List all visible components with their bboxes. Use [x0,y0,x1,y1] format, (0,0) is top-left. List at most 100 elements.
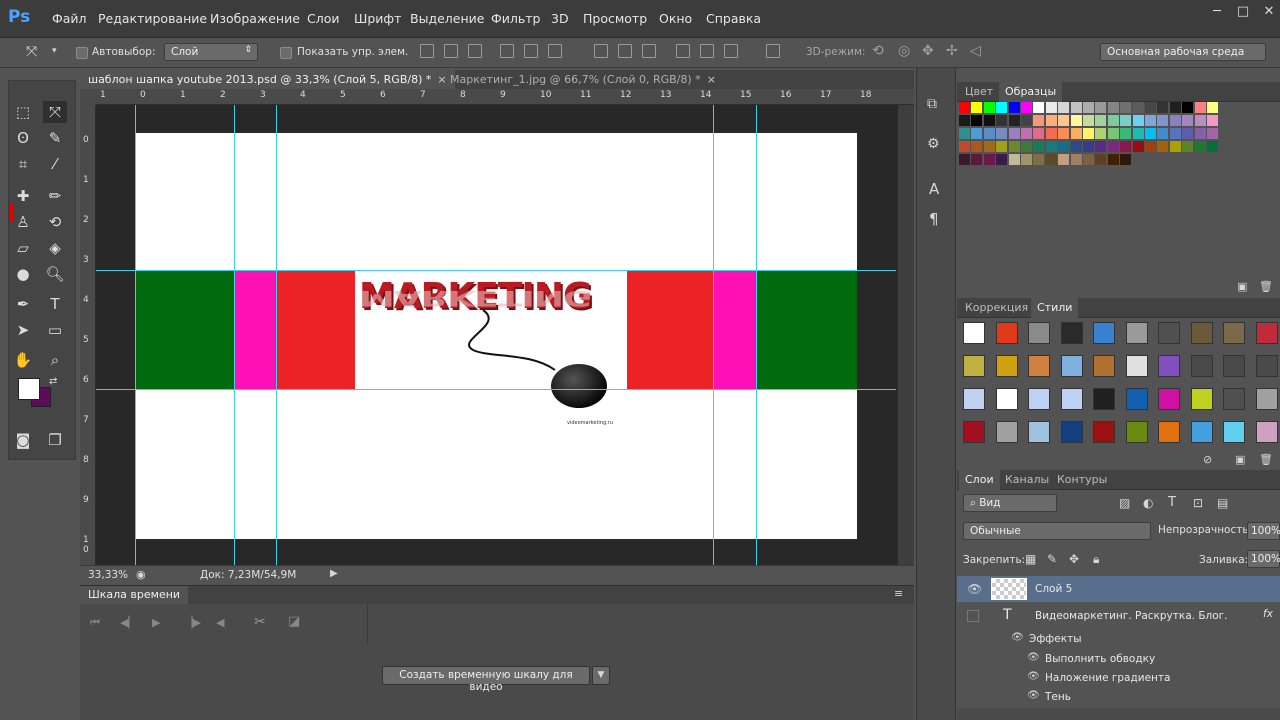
3d-rotate-icon[interactable]: ⟲ [872,43,884,59]
style-preset[interactable] [1028,355,1050,377]
path-select-tool-icon[interactable]: ➤ [11,319,35,341]
style-preset[interactable] [1158,355,1180,377]
clear-style-icon[interactable]: ⊘ [1203,453,1212,466]
lock-position-icon[interactable]: ✥ [1069,552,1079,566]
color-swatch[interactable] [1132,102,1144,113]
color-swatch[interactable] [1207,102,1218,113]
style-preset[interactable] [1255,421,1278,443]
color-swatch[interactable] [1095,128,1107,139]
style-preset[interactable] [963,322,985,344]
align-hcenter-icon[interactable] [524,44,538,58]
3d-scale-icon[interactable]: ◁ [970,43,981,59]
color-swatch[interactable] [996,115,1008,126]
color-swatch[interactable] [1083,115,1094,126]
color-swatch[interactable] [1157,102,1169,113]
color-swatch[interactable] [1182,102,1194,113]
tab-document-1[interactable]: шаблон шапка youtube 2013.psd @ 33,3% (С… [80,70,455,90]
color-swatch[interactable] [1145,115,1156,126]
style-preset[interactable] [1190,388,1213,410]
auto-align-icon[interactable] [766,44,780,58]
color-swatch[interactable] [1145,128,1156,139]
distribute-vcenter-icon[interactable] [618,44,632,58]
color-swatch[interactable] [1045,115,1057,126]
color-swatch[interactable] [1008,154,1020,165]
color-swatch[interactable] [1083,154,1094,165]
rectangle-tool-icon[interactable]: ▭ [43,319,67,341]
guide-vertical[interactable] [713,105,714,565]
quick-select-tool-icon[interactable]: ✎ [43,127,67,149]
color-swatch[interactable] [1008,128,1020,139]
color-swatch[interactable] [971,141,983,152]
color-swatch[interactable] [983,115,995,126]
menu-type[interactable]: Шрифт [354,11,401,26]
color-swatch[interactable] [1045,128,1057,139]
menu-layers[interactable]: Слои [307,11,340,26]
color-swatch[interactable] [1107,115,1119,126]
color-swatch[interactable] [1033,115,1045,126]
timeline-tab[interactable]: Шкала времени [80,586,189,604]
color-swatch[interactable] [1083,128,1094,139]
menu-view[interactable]: Просмотр [583,11,647,26]
filter-type-icon[interactable]: T [1168,495,1176,510]
color-swatch[interactable] [971,102,983,113]
guide-vertical[interactable] [135,105,136,565]
hand-tool-icon[interactable]: ✋ [11,349,35,371]
color-swatch[interactable] [983,154,995,165]
style-preset[interactable] [1028,388,1050,410]
style-preset[interactable] [1125,355,1148,377]
style-preset[interactable] [1190,322,1213,344]
color-swatch[interactable] [1008,141,1020,152]
play-icon[interactable]: ▶ [152,616,160,629]
healing-brush-tool-icon[interactable]: ✚ [11,185,35,207]
guide-vertical[interactable] [756,105,757,565]
menu-select[interactable]: Выделение [410,11,484,26]
color-swatch[interactable] [1058,102,1070,113]
color-swatch[interactable] [1194,115,1206,126]
menu-image[interactable]: Изображение [210,11,300,26]
color-swatch[interactable] [1132,128,1144,139]
next-frame-icon[interactable]: ▕▶ [184,616,201,629]
color-swatch[interactable] [959,128,970,139]
style-preset[interactable] [1255,355,1278,377]
style-preset[interactable] [1255,388,1278,410]
guide-vertical[interactable] [234,105,235,565]
style-preset[interactable] [1060,421,1083,443]
color-swatch[interactable] [1182,115,1194,126]
delete-style-icon[interactable]: 🗑︎ [1259,453,1273,466]
guide-vertical[interactable] [276,105,277,565]
tab-layers[interactable]: Слои [959,470,1000,490]
status-menu-arrow-icon[interactable]: ▶ [330,568,338,579]
layer-name[interactable]: Слой 5 [1035,583,1072,595]
color-swatch[interactable] [1207,128,1218,139]
eye-icon[interactable]: 👁︎ [1011,632,1024,643]
filter-smart-icon[interactable]: ▤ [1217,496,1228,510]
tab-document-2[interactable]: Маркетинг_1.jpg @ 66,7% (Слой 0, RGB/8) … [442,70,724,90]
paragraph-panel-icon[interactable]: ¶ [929,210,939,228]
color-swatch[interactable] [1058,154,1070,165]
style-preset[interactable] [1028,322,1050,344]
3d-pan-icon[interactable]: ✥ [922,43,934,59]
layer-fx-icon[interactable]: fx [1263,608,1273,620]
style-preset[interactable] [1125,421,1148,443]
color-swatch[interactable] [1083,141,1094,152]
color-swatch[interactable] [1070,128,1082,139]
style-preset[interactable] [1093,421,1115,443]
style-preset[interactable] [995,322,1018,344]
eye-icon[interactable]: 👁︎ [1027,652,1040,663]
color-swatch[interactable] [1095,141,1107,152]
close-window-button[interactable]: ✕ [1256,4,1280,20]
eraser-tool-icon[interactable]: ▱ [11,237,35,259]
align-bottom-icon[interactable] [468,44,482,58]
color-swatch[interactable] [1008,115,1020,126]
layer-filter-dropdown[interactable]: ⌕ Вид [963,494,1057,512]
style-preset[interactable] [1255,322,1278,344]
filter-shape-icon[interactable]: ⊡ [1193,496,1203,510]
vertical-scrollbar[interactable] [898,105,914,565]
tab-close-icon[interactable]: × [707,73,716,86]
tab-adjustments[interactable]: Коррекция [965,301,1028,314]
audio-icon[interactable]: ◀ [216,616,224,629]
menu-edit[interactable]: Редактирование [98,11,207,26]
color-swatch[interactable] [1169,141,1181,152]
color-swatch[interactable] [1182,128,1194,139]
color-swatch[interactable] [983,102,995,113]
